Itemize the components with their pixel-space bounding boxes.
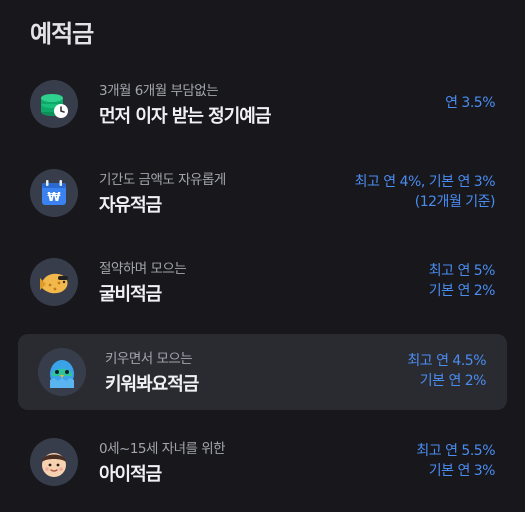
fish-icon: [30, 258, 78, 306]
product-subtitle: 3개월 6개월 부담없는: [99, 83, 219, 99]
product-item-free-savings[interactable]: ₩ 기간도 금액도 자유롭게 자유적금 최고 연 4%, 기본 연 3% (12…: [18, 155, 507, 231]
rate-line-2: 기본 연 2%: [428, 283, 496, 299]
rate-line-2: (12개월 기준): [414, 194, 496, 210]
child-face-icon: [30, 438, 78, 486]
product-title: 자유적금: [99, 195, 162, 216]
product-rate: 최고 연 4.5% 기본 연 2%: [407, 351, 486, 391]
product-subtitle: 절약하며 모으는: [99, 261, 187, 277]
section-title: 예적금: [30, 20, 94, 48]
product-item-gulbi-savings[interactable]: 절약하며 모으는 굴비적금 최고 연 5% 기본 연 2%: [18, 244, 507, 320]
coin-clock-icon: [30, 80, 78, 128]
product-item-grow-savings[interactable]: 키우면서 모으는 키워봐요적금 최고 연 4.5% 기본 연 2%: [18, 334, 507, 410]
won-calendar-icon: ₩: [30, 169, 78, 217]
rate-line-1: 최고 연 5.5%: [416, 443, 495, 459]
rate-line-2: 기본 연 3%: [428, 463, 496, 479]
rate-line-1: 최고 연 4.5%: [407, 353, 486, 369]
rate-line-1: 연 3.5%: [445, 95, 495, 111]
rate-line-2: 기본 연 2%: [419, 373, 487, 389]
product-rate: 최고 연 5% 기본 연 2%: [428, 261, 496, 301]
rate-line-1: 최고 연 4%, 기본 연 3%: [354, 174, 496, 190]
product-title: 먼저 이자 받는 정기예금: [99, 106, 271, 127]
product-item-child-savings[interactable]: 0세~15세 자녀를 위한 아이적금 최고 연 5.5% 기본 연 3%: [18, 424, 507, 500]
product-subtitle: 기간도 금액도 자유롭게: [99, 172, 226, 188]
svg-text:₩: ₩: [47, 190, 61, 204]
rate-line-1: 최고 연 5%: [428, 263, 496, 279]
product-title: 키워봐요적금: [105, 374, 199, 395]
product-rate: 최고 연 5.5% 기본 연 3%: [416, 441, 495, 481]
product-item-fixed-deposit[interactable]: 3개월 6개월 부담없는 먼저 이자 받는 정기예금 연 3.5%: [18, 66, 507, 142]
bird-egg-icon: [38, 348, 86, 396]
savings-page: 예적금 3개월 6개월 부담없는 먼저 이자 받는 정기예금 연 3.5% ₩ …: [0, 0, 525, 512]
product-subtitle: 키우면서 모으는: [105, 351, 193, 367]
product-rate: 연 3.5%: [445, 93, 495, 113]
product-title: 굴비적금: [99, 284, 162, 305]
product-rate: 최고 연 4%, 기본 연 3% (12개월 기준): [354, 172, 496, 212]
product-subtitle: 0세~15세 자녀를 위한: [99, 441, 226, 457]
product-title: 아이적금: [99, 464, 162, 485]
